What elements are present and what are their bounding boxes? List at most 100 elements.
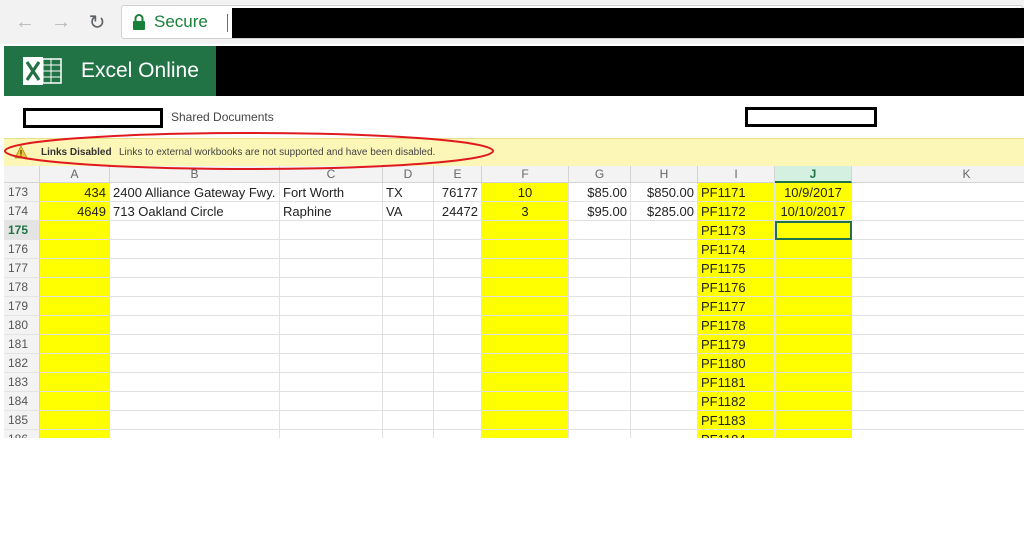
cell-b176[interactable]: [110, 240, 280, 259]
cell-d183[interactable]: [383, 373, 434, 392]
cell-f183[interactable]: [482, 373, 569, 392]
cell-e182[interactable]: [434, 354, 482, 373]
cell-i177[interactable]: PF1175: [698, 259, 775, 278]
row-header-176[interactable]: 176: [4, 240, 40, 259]
cell-i174[interactable]: PF1172: [698, 202, 775, 221]
row-header-186[interactable]: 186: [4, 430, 40, 438]
cell-c182[interactable]: [280, 354, 383, 373]
cell-f184[interactable]: [482, 392, 569, 411]
cell-h174[interactable]: $285.00: [631, 202, 698, 221]
cell-h185[interactable]: [631, 411, 698, 430]
breadcrumb-redacted-filename[interactable]: [745, 107, 877, 127]
cell-b178[interactable]: [110, 278, 280, 297]
cell-f180[interactable]: [482, 316, 569, 335]
cell-a179[interactable]: [40, 297, 110, 316]
cell-a182[interactable]: [40, 354, 110, 373]
cell-d184[interactable]: [383, 392, 434, 411]
cell-k177[interactable]: [852, 259, 1024, 278]
cell-c178[interactable]: [280, 278, 383, 297]
cell-e184[interactable]: [434, 392, 482, 411]
cell-c184[interactable]: [280, 392, 383, 411]
cell-f179[interactable]: [482, 297, 569, 316]
column-header-j[interactable]: J: [775, 166, 852, 183]
cell-e173[interactable]: 76177: [434, 183, 482, 202]
back-button[interactable]: ←: [12, 9, 38, 35]
cell-k175[interactable]: [852, 221, 1024, 240]
cell-h178[interactable]: [631, 278, 698, 297]
column-header-k[interactable]: K: [852, 166, 1024, 183]
cell-h177[interactable]: [631, 259, 698, 278]
cell-h176[interactable]: [631, 240, 698, 259]
cell-i183[interactable]: PF1181: [698, 373, 775, 392]
cell-c186[interactable]: [280, 430, 383, 438]
spreadsheet-grid[interactable]: A B C D E F G H I J K 173 434 2400 Alliance Gateway F…: [4, 166, 1024, 438]
app-brand[interactable]: Excel Online: [4, 46, 216, 96]
column-header-i[interactable]: I: [698, 166, 775, 183]
cell-e180[interactable]: [434, 316, 482, 335]
cell-j181[interactable]: [775, 335, 852, 354]
cell-d180[interactable]: [383, 316, 434, 335]
cell-d174[interactable]: VA: [383, 202, 434, 221]
cell-d186[interactable]: [383, 430, 434, 438]
cell-f182[interactable]: [482, 354, 569, 373]
cell-a184[interactable]: [40, 392, 110, 411]
cell-k181[interactable]: [852, 335, 1024, 354]
row-header-179[interactable]: 179: [4, 297, 40, 316]
cell-j174[interactable]: 10/10/2017: [775, 202, 852, 221]
cell-b175[interactable]: [110, 221, 280, 240]
cell-i178[interactable]: PF1176: [698, 278, 775, 297]
column-header-g[interactable]: G: [569, 166, 631, 183]
cell-a175[interactable]: [40, 221, 110, 240]
cell-f175[interactable]: [482, 221, 569, 240]
cell-i186[interactable]: PF1184: [698, 430, 775, 438]
cell-i175[interactable]: PF1173: [698, 221, 775, 240]
cell-c183[interactable]: [280, 373, 383, 392]
cell-i184[interactable]: PF1182: [698, 392, 775, 411]
cell-g178[interactable]: [569, 278, 631, 297]
cell-g185[interactable]: [569, 411, 631, 430]
cell-d179[interactable]: [383, 297, 434, 316]
cell-b179[interactable]: [110, 297, 280, 316]
cell-b181[interactable]: [110, 335, 280, 354]
cell-d185[interactable]: [383, 411, 434, 430]
cell-g181[interactable]: [569, 335, 631, 354]
cell-a186[interactable]: [40, 430, 110, 438]
row-header-184[interactable]: 184: [4, 392, 40, 411]
breadcrumb-redacted-owner[interactable]: [23, 108, 163, 128]
cell-e176[interactable]: [434, 240, 482, 259]
cell-j173[interactable]: 10/9/2017: [775, 183, 852, 202]
cell-g177[interactable]: [569, 259, 631, 278]
cell-a185[interactable]: [40, 411, 110, 430]
row-header-175[interactable]: 175: [4, 221, 40, 240]
cell-e185[interactable]: [434, 411, 482, 430]
cell-h182[interactable]: [631, 354, 698, 373]
cell-h179[interactable]: [631, 297, 698, 316]
cell-a174[interactable]: 4649: [40, 202, 110, 221]
cell-e177[interactable]: [434, 259, 482, 278]
cell-j180[interactable]: [775, 316, 852, 335]
cell-d181[interactable]: [383, 335, 434, 354]
cell-b185[interactable]: [110, 411, 280, 430]
row-header-177[interactable]: 177: [4, 259, 40, 278]
cell-a180[interactable]: [40, 316, 110, 335]
cell-i176[interactable]: PF1174: [698, 240, 775, 259]
cell-a178[interactable]: [40, 278, 110, 297]
cell-d173[interactable]: TX: [383, 183, 434, 202]
cell-g173[interactable]: $85.00: [569, 183, 631, 202]
cell-j182[interactable]: [775, 354, 852, 373]
cell-b174[interactable]: 713 Oakland Circle: [110, 202, 280, 221]
cell-d175[interactable]: [383, 221, 434, 240]
cell-f174[interactable]: 3: [482, 202, 569, 221]
cell-c175[interactable]: [280, 221, 383, 240]
cell-e179[interactable]: [434, 297, 482, 316]
column-header-h[interactable]: H: [631, 166, 698, 183]
cell-i181[interactable]: PF1179: [698, 335, 775, 354]
cell-f178[interactable]: [482, 278, 569, 297]
row-header-180[interactable]: 180: [4, 316, 40, 335]
cell-g183[interactable]: [569, 373, 631, 392]
cell-g186[interactable]: [569, 430, 631, 438]
cell-k176[interactable]: [852, 240, 1024, 259]
cell-j184[interactable]: [775, 392, 852, 411]
cell-k179[interactable]: [852, 297, 1024, 316]
cell-g184[interactable]: [569, 392, 631, 411]
